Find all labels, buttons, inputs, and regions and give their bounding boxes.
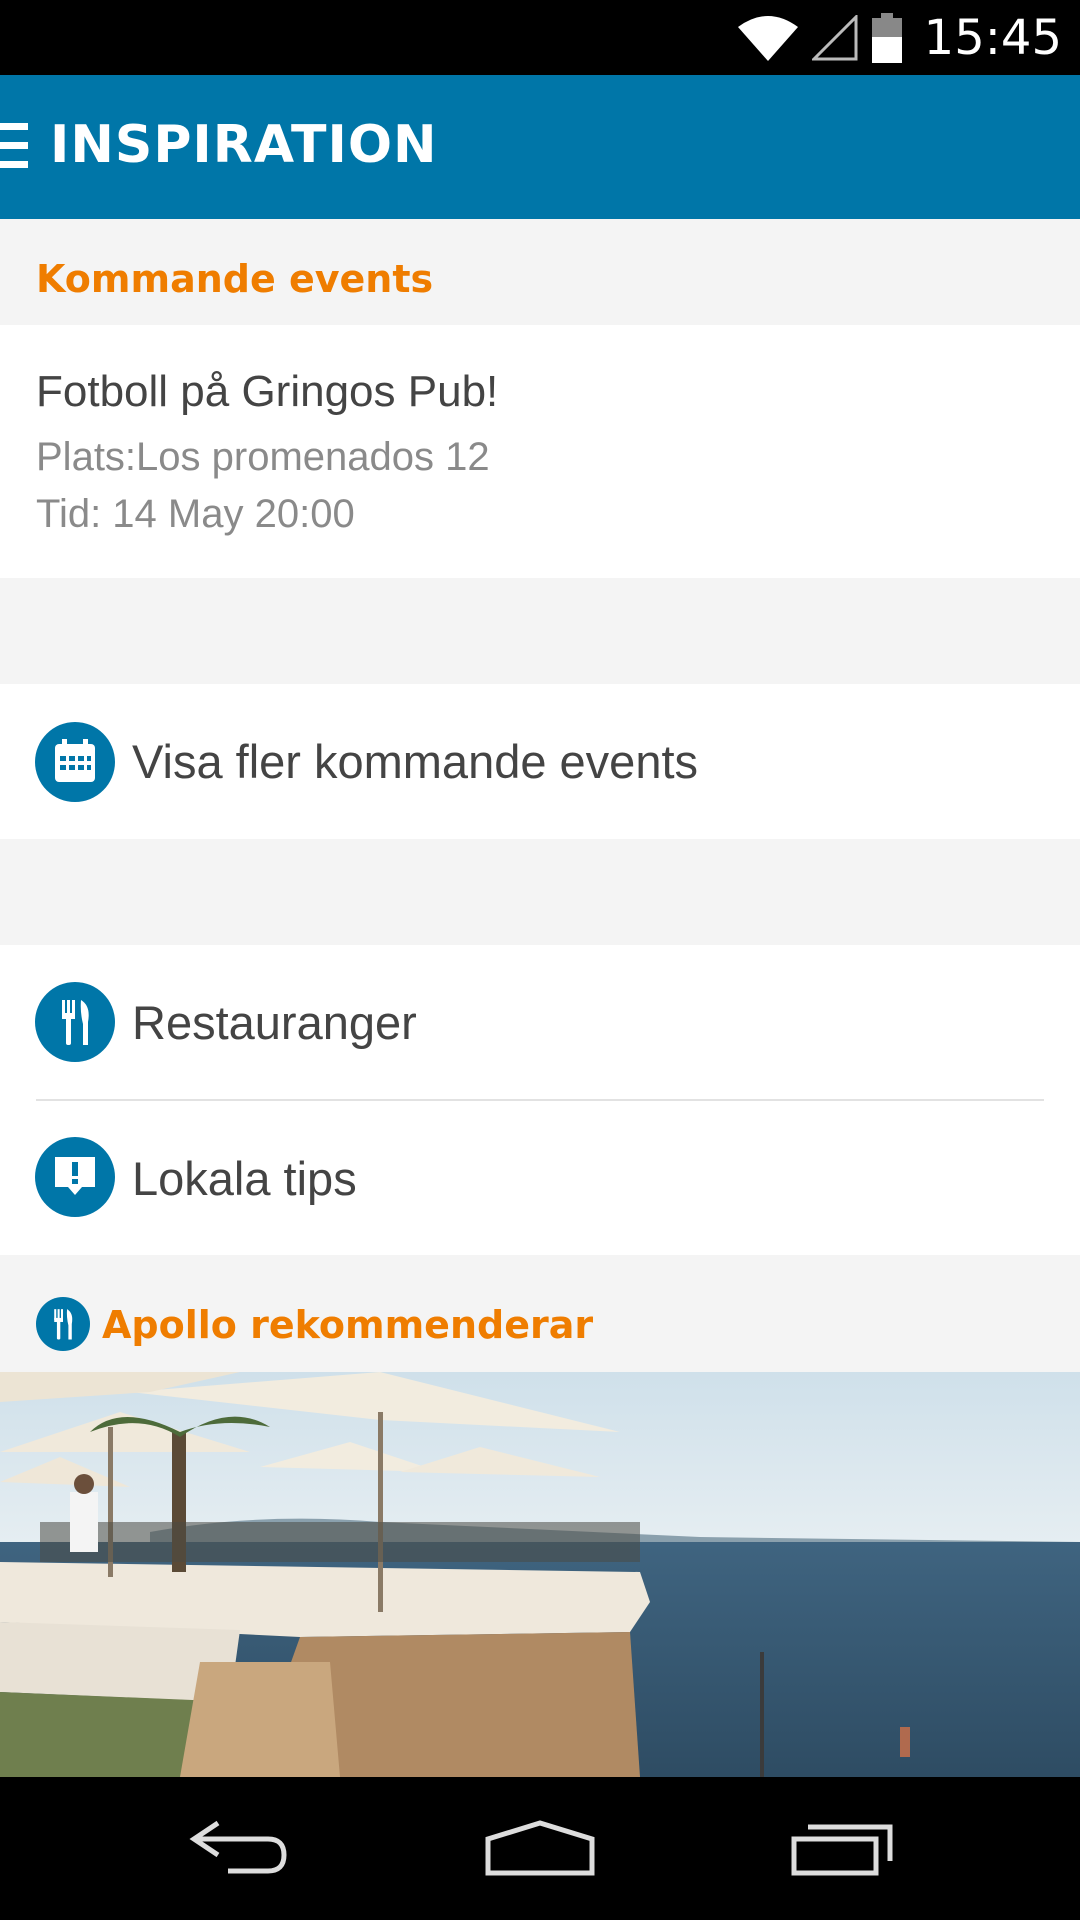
- recommend-section-title: Apollo rekommenderar: [102, 1303, 594, 1347]
- beach-restaurant-image: [0, 1372, 1080, 1777]
- more-events-row[interactable]: Visa fler kommande events: [0, 684, 1080, 839]
- cutlery-icon: [36, 1297, 90, 1351]
- list-item-restauranger[interactable]: Restauranger: [0, 945, 1080, 1099]
- wifi-icon: [737, 15, 798, 61]
- list-item-lokala-tips[interactable]: Lokala tips: [0, 1101, 1080, 1255]
- events-section-title: Kommande events: [36, 257, 434, 301]
- signal-icon: [811, 14, 858, 60]
- events-section-header: Kommande events: [0, 219, 1080, 325]
- category-list: Restauranger Lokala tips: [0, 945, 1080, 1255]
- home-icon[interactable]: [484, 1819, 596, 1877]
- calendar-icon: [35, 722, 115, 802]
- app-bar: INSPIRATION: [0, 75, 1080, 219]
- menu-icon[interactable]: [0, 123, 30, 173]
- page-title: INSPIRATION: [50, 115, 438, 175]
- status-time: 15:45: [923, 9, 1062, 66]
- lokala-tips-label: Lokala tips: [132, 1152, 357, 1205]
- tip-speech-icon: [35, 1137, 115, 1217]
- event-card[interactable]: Fotboll på Gringos Pub! Plats:Los promen…: [0, 325, 1080, 578]
- event-time: Tid: 14 May 20:00: [36, 492, 355, 536]
- back-icon[interactable]: [188, 1815, 290, 1877]
- event-title: Fotboll på Gringos Pub!: [36, 367, 499, 416]
- recents-icon[interactable]: [790, 1821, 896, 1877]
- cutlery-icon: [35, 982, 115, 1062]
- more-events-label: Visa fler kommande events: [132, 735, 699, 788]
- nav-bar: [0, 1777, 1080, 1920]
- recommend-section-header: Apollo rekommenderar: [0, 1255, 1080, 1372]
- recommendation-photo[interactable]: [0, 1372, 1080, 1777]
- restauranger-label: Restauranger: [132, 996, 417, 1049]
- status-bar: 15:45: [0, 0, 1080, 75]
- status-icons: 15:45: [737, 0, 1062, 75]
- event-place: Plats:Los promenados 12: [36, 435, 490, 479]
- battery-icon: [871, 12, 902, 63]
